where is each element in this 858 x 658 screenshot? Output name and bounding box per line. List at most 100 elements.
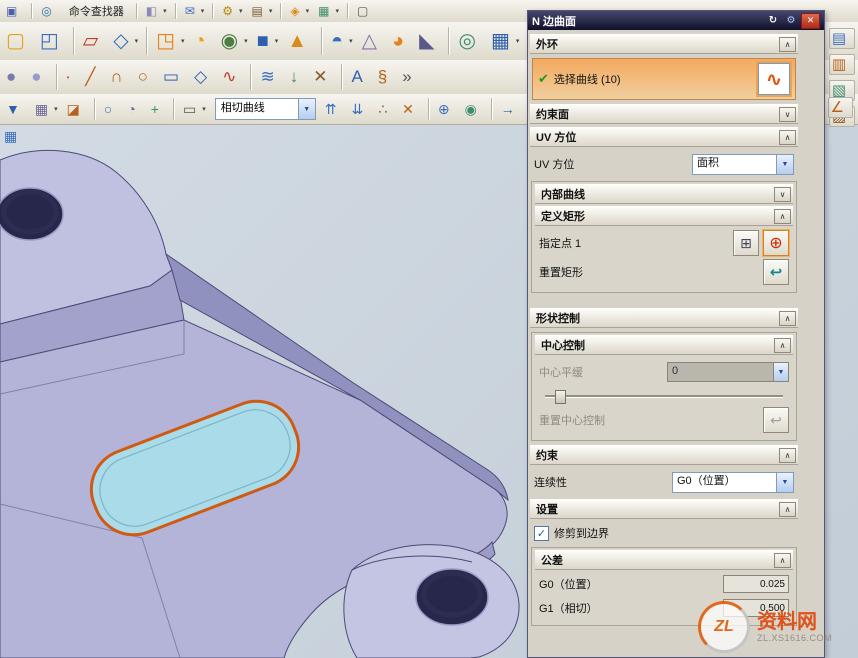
command-finder-label[interactable]: 命令查找器: [63, 1, 132, 22]
collapse-arrow-icon[interactable]: ∧: [779, 130, 796, 145]
arc-icon[interactable]: ∩: [107, 61, 133, 92]
center-flat-slider[interactable]: [545, 389, 783, 403]
plus-icon[interactable]: +: [147, 95, 169, 123]
app-icon[interactable]: ▣: [2, 1, 27, 22]
circle-center-icon[interactable]: ○: [100, 95, 122, 123]
section-settings[interactable]: 设置 ∧: [530, 499, 798, 519]
point-constructor-button[interactable]: ⊕: [763, 230, 789, 256]
point-dialog-button[interactable]: ⊞: [733, 230, 759, 256]
dialog-options-gear-icon[interactable]: ⚙: [783, 14, 799, 28]
trim-boundary-checkbox[interactable]: ✓: [534, 526, 549, 541]
marquee-select-icon[interactable]: ▭ ▾: [179, 95, 210, 123]
circle-icon[interactable]: ○: [134, 61, 158, 92]
curve-rule-combo[interactable]: 相切曲线 ▼: [215, 98, 316, 120]
section-uv-orientation[interactable]: UV 方位 ∧: [530, 127, 798, 147]
snap-control-point-icon[interactable]: ∴: [374, 95, 397, 123]
slider-thumb[interactable]: [555, 390, 566, 404]
window-icon[interactable]: ▢: [353, 1, 378, 22]
grid-display-icon[interactable]: ▦ ▾: [314, 1, 343, 22]
collapse-arrow-icon[interactable]: ∨: [774, 187, 791, 202]
revolve-icon[interactable]: ◔: [190, 24, 216, 59]
collapse-arrow-icon[interactable]: ∧: [779, 448, 796, 463]
collapse-arrow-icon[interactable]: ∧: [774, 553, 791, 568]
offset-curve-icon[interactable]: ≋: [256, 61, 284, 92]
project-curve-icon[interactable]: ↓: [286, 61, 309, 92]
point-icon[interactable]: ∙: [62, 61, 81, 92]
curve-select-button[interactable]: ∿: [758, 63, 790, 95]
wcs-toggle-icon[interactable]: ◪: [63, 95, 90, 123]
extrude-icon[interactable]: ◳ ▾: [152, 24, 188, 59]
snap-point-on-curve-icon[interactable]: →: [497, 95, 525, 123]
pattern-icon[interactable]: ▦ ▾: [487, 24, 523, 59]
trim-body-icon[interactable]: △: [358, 24, 387, 59]
gear-icon[interactable]: ⚙ ▾: [218, 1, 246, 22]
view-dropdown-icon[interactable]: ◧ ▾: [142, 1, 171, 22]
spinner-down-icon[interactable]: ▼: [773, 363, 788, 381]
polygon-icon[interactable]: ◇: [190, 61, 217, 92]
rectangle-icon[interactable]: ▭: [159, 61, 189, 92]
section-constraint-faces[interactable]: 约束面 ∨: [530, 104, 798, 124]
collapse-arrow-icon[interactable]: ∧: [779, 311, 796, 326]
hole-icon[interactable]: ◉ ▾: [217, 24, 252, 59]
shaded-mode-icon[interactable]: ◔: [123, 95, 145, 123]
collapse-arrow-icon[interactable]: ∧: [774, 209, 791, 224]
chevron-down-icon[interactable]: ▼: [776, 473, 793, 492]
more-commands-icon[interactable]: »: [398, 61, 421, 92]
snap-midpoint-icon[interactable]: ⇊: [347, 95, 373, 123]
helix-icon[interactable]: §: [374, 61, 397, 92]
snap-endpoint-icon[interactable]: ⇈: [321, 95, 347, 123]
chamfer-icon[interactable]: ◣: [415, 24, 444, 59]
line-icon[interactable]: ╱: [81, 61, 105, 92]
snap-arc-center-icon[interactable]: ⊕: [434, 95, 460, 123]
part-navigator-icon[interactable]: ▥: [829, 54, 855, 75]
open-file-icon[interactable]: ◰: [36, 24, 69, 59]
shell-icon[interactable]: ◎: [454, 24, 485, 59]
boss-icon[interactable]: ▲: [283, 24, 317, 59]
section-outer-loop[interactable]: 外环 ∧: [530, 34, 798, 54]
edge-blend-icon[interactable]: ◕: [388, 24, 414, 59]
snap-options-icon[interactable]: ▦ ▾: [31, 95, 62, 123]
section-shape-control[interactable]: 形状控制 ∧: [530, 308, 798, 328]
snap-quadrant-icon[interactable]: ◉: [461, 95, 487, 123]
type-filter-dropdown[interactable]: ▼: [2, 95, 30, 123]
datum-plane-icon[interactable]: ◇ ▾: [109, 24, 142, 59]
reset-center-button[interactable]: ↩: [763, 407, 789, 433]
dialog-reset-icon[interactable]: ↻: [765, 14, 781, 28]
select-curve-row[interactable]: ✔ 选择曲线 (10) ∿: [532, 58, 796, 100]
angle-icon[interactable]: ∠: [828, 97, 853, 118]
reset-rectangle-button[interactable]: ↩: [763, 259, 789, 285]
unite-icon[interactable]: ◓ ▾: [327, 24, 357, 59]
command-finder-icon[interactable]: ◎: [37, 1, 61, 22]
cylinder-icon[interactable]: ●: [2, 61, 26, 92]
dialog-titlebar[interactable]: N 边曲面 ↻ ⚙ ✕: [528, 11, 824, 30]
section-define-rectangle[interactable]: 定义矩形 ∧: [535, 206, 793, 226]
center-flat-field[interactable]: 0 ▼: [667, 362, 789, 382]
collapse-arrow-icon[interactable]: ∧: [779, 37, 796, 52]
continuity-dropdown[interactable]: G0（位置） ▼: [672, 472, 794, 493]
curve-rule-dropdown-icon[interactable]: ▼: [298, 99, 315, 119]
viewport-grid-icon[interactable]: ▦: [4, 128, 17, 145]
collapse-arrow-icon[interactable]: ∧: [774, 338, 791, 353]
envelope-icon[interactable]: ✉ ▾: [181, 1, 209, 22]
intersect-curve-icon[interactable]: ✕: [309, 61, 337, 92]
chevron-down-icon[interactable]: ▼: [776, 155, 793, 174]
new-file-icon[interactable]: ▢: [2, 24, 35, 59]
dialog-close-icon[interactable]: ✕: [801, 13, 820, 29]
sphere-icon[interactable]: ●: [27, 61, 51, 92]
text-icon[interactable]: A: [347, 61, 372, 92]
tolerance-g0-field[interactable]: 0.025: [723, 575, 789, 593]
spline-icon[interactable]: ∿: [218, 61, 246, 92]
collapse-arrow-icon[interactable]: ∧: [779, 502, 796, 517]
layers-icon[interactable]: ▤ ▾: [248, 1, 277, 22]
sketch-icon[interactable]: ▱: [79, 24, 108, 59]
uv-orientation-dropdown[interactable]: 面积 ▼: [692, 154, 794, 175]
snap-intersection-icon[interactable]: ✕: [398, 95, 424, 123]
assembly-navigator-icon[interactable]: ▤: [829, 28, 855, 49]
section-constraints[interactable]: 约束 ∧: [530, 445, 798, 465]
section-tolerance[interactable]: 公差 ∧: [535, 550, 793, 570]
section-internal-curves[interactable]: 内部曲线 ∨: [535, 184, 793, 204]
collapse-arrow-icon[interactable]: ∨: [779, 107, 796, 122]
block-icon[interactable]: ■ ▾: [253, 24, 283, 59]
cube-view-icon[interactable]: ◈ ▾: [286, 1, 313, 22]
section-center-control[interactable]: 中心控制 ∧: [535, 335, 793, 355]
